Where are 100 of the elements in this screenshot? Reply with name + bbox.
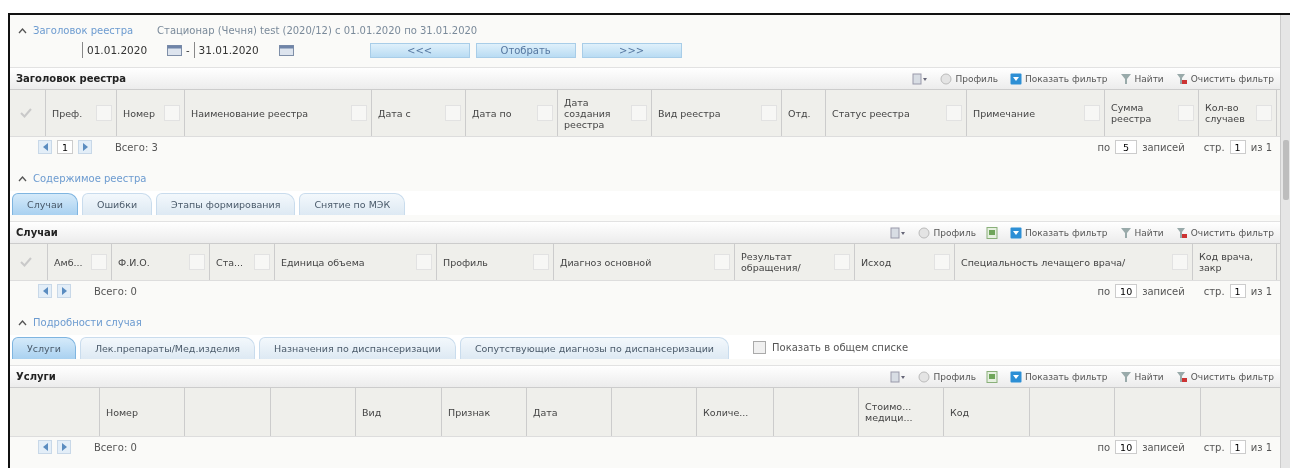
column-header[interactable]: Исход	[861, 256, 931, 268]
filter-icon	[1010, 370, 1022, 383]
toolbar-button[interactable]: Показать фильтр	[1010, 72, 1108, 85]
tab[interactable]: Назначения по диспансеризации	[259, 337, 456, 359]
per-page-label: записей	[1142, 141, 1185, 153]
tab[interactable]: Случаи	[12, 193, 78, 215]
page-count: из 1	[1250, 285, 1272, 297]
column-header[interactable]: Амб...	[54, 256, 88, 268]
column-header[interactable]: Вид реестра	[658, 107, 758, 119]
column-header[interactable]: Дата с	[378, 107, 442, 119]
previous-page-button[interactable]	[38, 440, 52, 454]
per-page-field[interactable]: 10	[1115, 440, 1138, 454]
calendar-icon[interactable]	[278, 44, 294, 56]
triangle-icon	[60, 443, 68, 451]
tab[interactable]: Этапы формирования	[156, 193, 296, 215]
column-header[interactable]: Признак	[448, 406, 522, 418]
triangle-icon	[81, 143, 89, 151]
filter-icon	[1010, 226, 1022, 239]
toolbar-button[interactable]: Очистить фильтр	[1175, 226, 1274, 239]
next-page-button[interactable]	[57, 440, 71, 454]
column-header[interactable]: Ф.И.О.	[118, 256, 186, 268]
columns-icon[interactable]	[890, 226, 907, 239]
column-header[interactable]: Код врача, закр	[1199, 251, 1272, 273]
check-icon[interactable]	[20, 108, 32, 118]
column-header[interactable]: Наименование реестра	[191, 107, 348, 119]
toolbar-button[interactable]: Найти	[1119, 226, 1164, 239]
per-page-field[interactable]: 10	[1115, 284, 1138, 298]
column-header[interactable]: Количе...	[703, 406, 769, 418]
page-field[interactable]: 1	[1229, 284, 1246, 298]
chevron-icon[interactable]	[18, 318, 27, 326]
spreadsheet-icon[interactable]	[986, 226, 998, 239]
tab[interactable]: Снятие по МЭК	[299, 193, 406, 215]
previous-page-button[interactable]	[38, 140, 52, 154]
page-field[interactable]: 1	[1229, 440, 1246, 454]
columns-icon[interactable]	[912, 72, 929, 85]
nav-button[interactable]: >>>	[581, 42, 682, 58]
per-page-field[interactable]: 5	[1115, 140, 1138, 154]
column-header[interactable]: Дата создания реестра	[564, 96, 628, 130]
clear-filter-icon	[1175, 72, 1188, 85]
total-count: Всего: 0	[94, 285, 137, 297]
previous-page-button[interactable]	[38, 284, 52, 298]
funnel-icon	[1119, 370, 1132, 383]
checkbox[interactable]	[753, 341, 767, 354]
funnel-icon	[1119, 72, 1132, 85]
funnel-icon	[1119, 226, 1132, 239]
tab[interactable]: Лек.препараты/Мед.изделия	[79, 337, 256, 359]
spreadsheet-icon[interactable]	[986, 370, 998, 383]
chevron-icon[interactable]	[18, 26, 27, 34]
column-header[interactable]: Специальность лечащего врача/	[961, 256, 1169, 268]
toolbar-button[interactable]: Очистить фильтр	[1175, 72, 1274, 85]
columns-icon[interactable]	[890, 370, 907, 383]
column-header[interactable]: Диагноз основной	[560, 256, 711, 268]
toolbar-button[interactable]: Профиль	[918, 370, 976, 383]
nav-button[interactable]: <<<	[369, 42, 470, 58]
grid-title: Услуги	[16, 371, 57, 382]
tab[interactable]: Ошибки	[81, 193, 153, 215]
grid-title: Заголовок реестра	[16, 73, 127, 84]
clear-filter-icon	[1175, 226, 1188, 239]
column-header[interactable]: Дата по	[472, 107, 534, 119]
date-field[interactable]: 31.01.2020	[193, 42, 275, 58]
total-count: Всего: 3	[115, 141, 158, 153]
column-header[interactable]: Номер	[106, 406, 180, 418]
column-header[interactable]: Преф.	[52, 107, 93, 119]
toolbar-button[interactable]: Найти	[1119, 72, 1164, 85]
page-field[interactable]: 1	[57, 140, 73, 154]
calendar-icon[interactable]	[167, 44, 182, 56]
page-label: стр.	[1203, 285, 1225, 297]
column-header[interactable]: Ста...	[216, 256, 251, 268]
column-header[interactable]: Номер	[123, 107, 161, 119]
column-header[interactable]: Кол-во случаев	[1205, 102, 1253, 124]
chevron-icon[interactable]	[18, 174, 27, 182]
column-header[interactable]: Отд.	[788, 107, 821, 119]
next-page-button[interactable]	[78, 140, 92, 154]
toolbar-button[interactable]: Показать фильтр	[1010, 226, 1108, 239]
scrollbar[interactable]	[1280, 15, 1290, 468]
clear-filter-icon	[1175, 370, 1188, 383]
column-header[interactable]: Единица объема	[281, 256, 413, 268]
page-field[interactable]: 1	[1229, 140, 1246, 154]
tab[interactable]: Услуги	[12, 337, 76, 359]
next-page-button[interactable]	[57, 284, 71, 298]
check-icon[interactable]	[20, 257, 32, 267]
toolbar-button[interactable]: Очистить фильтр	[1175, 370, 1274, 383]
column-header[interactable]: Результат обращения/	[741, 251, 831, 273]
column-header[interactable]: Профиль	[443, 256, 530, 268]
column-header[interactable]: Сумма реестра	[1111, 102, 1175, 124]
tab[interactable]: Сопутствующие диагнозы по диспансеризации	[459, 337, 730, 359]
column-header[interactable]: Вид	[362, 406, 437, 418]
date-field[interactable]: 01.01.2020	[82, 42, 163, 58]
toolbar-button[interactable]: Найти	[1119, 370, 1164, 383]
toolbar-button[interactable]: Профиль	[940, 72, 998, 85]
filter-icon	[1010, 72, 1022, 85]
column-header[interactable]: Дата	[533, 406, 607, 418]
toolbar-button[interactable]: Профиль	[918, 226, 976, 239]
column-header[interactable]: Статус реестра	[832, 107, 943, 119]
column-header[interactable]: Стоимо... медици...	[865, 401, 939, 423]
column-header[interactable]: Примечание	[973, 107, 1081, 119]
column-header[interactable]: Код	[950, 406, 1025, 418]
nav-button[interactable]: Отобрать	[475, 42, 576, 58]
triangle-icon	[41, 143, 49, 151]
toolbar-button[interactable]: Показать фильтр	[1010, 370, 1108, 383]
